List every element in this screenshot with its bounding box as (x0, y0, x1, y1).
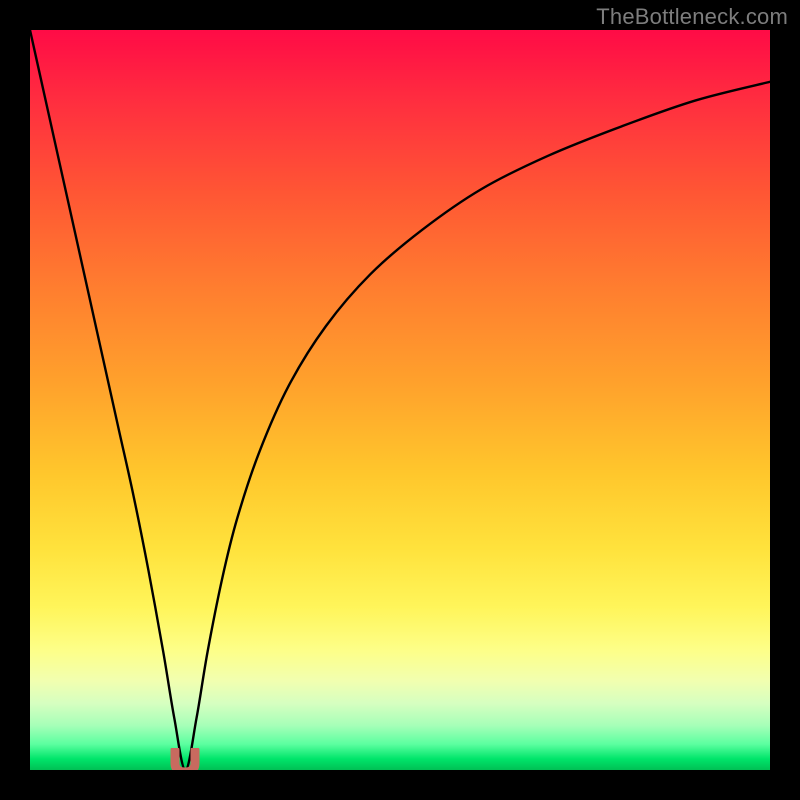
plot-area (30, 30, 770, 770)
bottleneck-curve (30, 30, 770, 770)
optimum-marker (168, 748, 202, 770)
watermark-text: TheBottleneck.com (596, 4, 788, 30)
u-marker-icon (175, 750, 195, 770)
chart-frame: TheBottleneck.com (0, 0, 800, 800)
curve-path (30, 30, 770, 770)
